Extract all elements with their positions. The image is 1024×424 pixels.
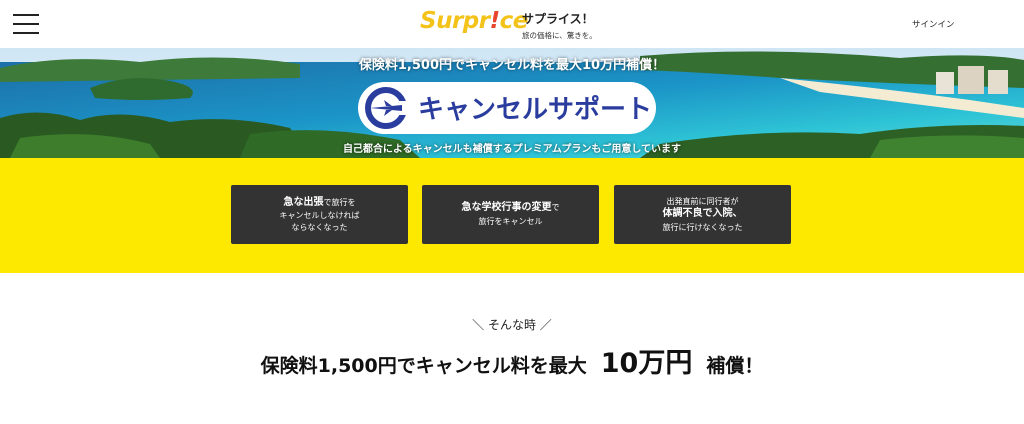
brand-tagline: 旅の価格に、驚きを。 [522, 31, 597, 40]
headline-post: 補償！ [706, 355, 764, 377]
compensation-section: ＼ そんな時 ／ 保険料1,500円でキャンセル料を最大 10万円 補償！ [0, 273, 1024, 424]
hamburger-menu-icon[interactable] [13, 14, 39, 36]
case-1-line3: ならなくなった [291, 222, 348, 232]
case-3-bold: 体調不良で入院、 [662, 208, 743, 220]
brand-name: サプライス！ [522, 12, 594, 26]
case-card-school-event: 急な学校行事の変更で 旅行をキャンセル [422, 185, 599, 244]
case-1-rest: で旅行を [323, 197, 356, 207]
brand-text: サプライス！ 旅の価格に、驚きを。 [522, 10, 597, 41]
headline-pre: 保険料1,500円でキャンセル料を最大 [260, 355, 587, 377]
logo-text-bang: ! [489, 8, 501, 34]
cancel-support-logo: キャンセルサポート [358, 82, 656, 134]
case-2-line2: 旅行をキャンセル [478, 216, 543, 226]
compensation-headline: 保険料1,500円でキャンセル料を最大 10万円 補償！ [0, 341, 1024, 382]
case-1-line2: キャンセルしなければ [279, 211, 360, 221]
cancel-support-logo-text: キャンセルサポート [418, 94, 652, 125]
case-3-line1: 出発直前に同行者が [666, 196, 739, 206]
case-card-business-trip: 急な出張で旅行を キャンセルしなければ ならなくなった [231, 185, 408, 244]
signin-link[interactable]: サインイン [912, 18, 955, 30]
site-header: Surpr!ce サプライス！ 旅の価格に、驚きを。 サインイン [0, 0, 1024, 48]
headline-amount: 10万円 [600, 348, 693, 379]
site-logo[interactable]: Surpr!ce [420, 8, 528, 34]
case-1-bold: 急な出張 [283, 196, 324, 208]
case-2-rest: で [551, 203, 560, 213]
hero-headline: 保険料1,500円でキャンセル料を最大10万円補償！ [358, 58, 666, 73]
case-2-bold: 急な学校行事の変更 [461, 202, 552, 214]
hero-subline: 自己都合によるキャンセルも補償するプレミアムプランもご用意しています [342, 144, 682, 155]
logo-text-part1: Surpr [420, 8, 490, 34]
hero-banner: 保険料1,500円でキャンセル料を最大10万円補償！ キャンセルサポート 自己都… [0, 48, 1024, 158]
lead-text: ＼ そんな時 ／ [472, 318, 552, 332]
case-band: 急な出張で旅行を キャンセルしなければ ならなくなった 急な学校行事の変更で 旅… [0, 158, 1024, 273]
headline-amount-highlight: 10万円 [594, 341, 699, 382]
case-3-line3: 旅行に行けなくなった [662, 222, 743, 232]
case-card-companion-sick: 出発直前に同行者が 体調不良で入院、 旅行に行けなくなった [614, 185, 791, 244]
